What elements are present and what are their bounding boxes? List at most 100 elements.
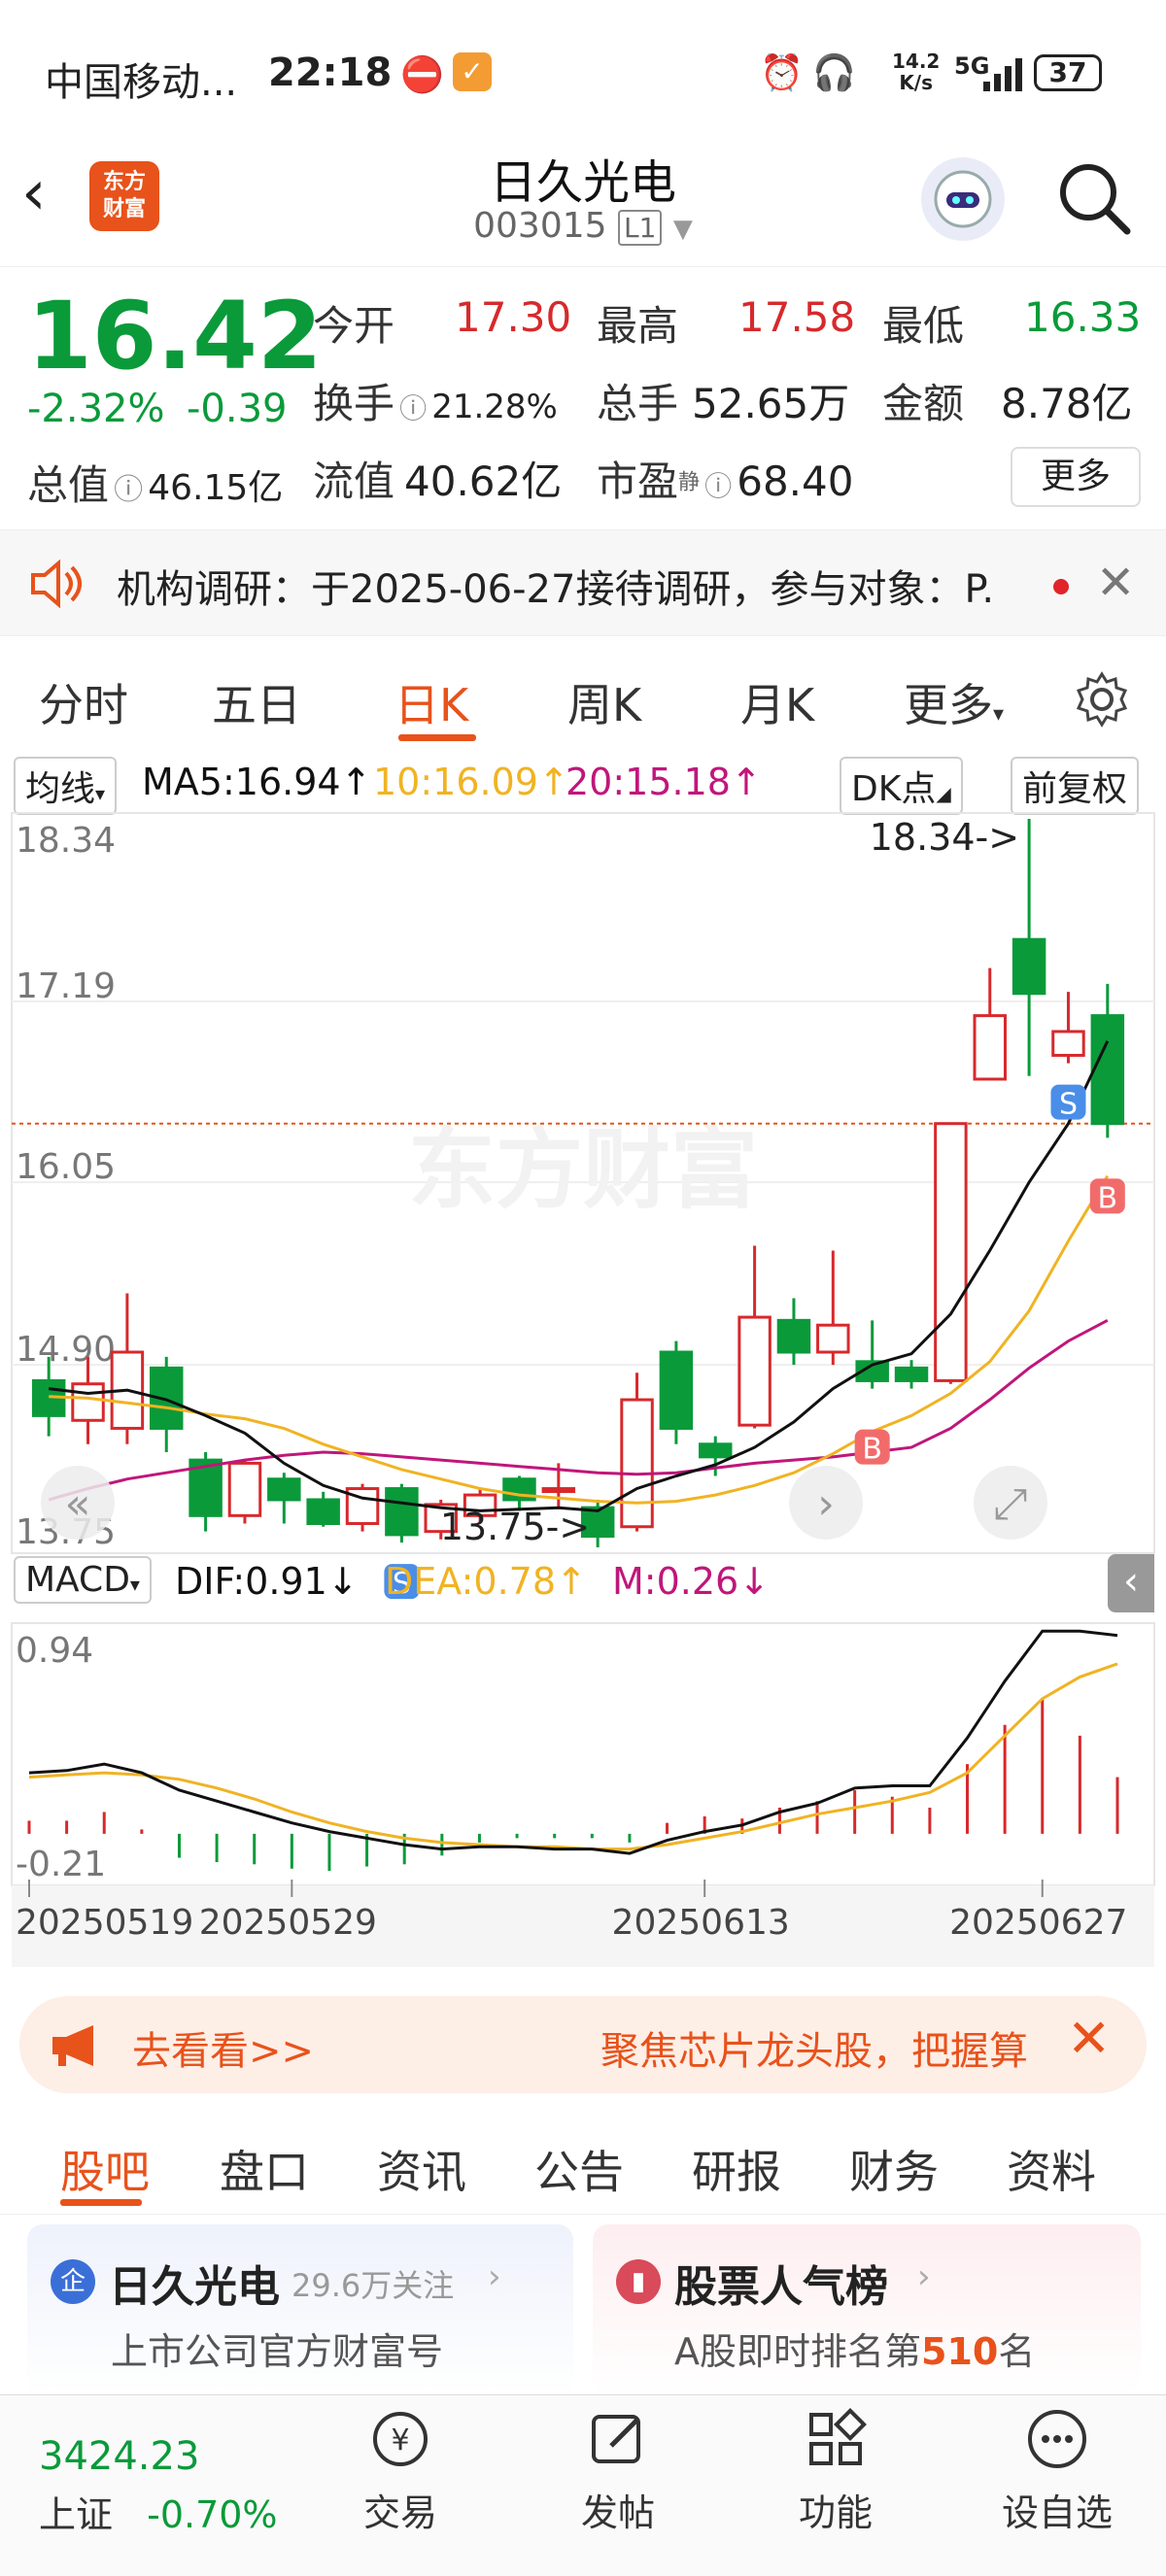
tab-more-label: 更多 bbox=[904, 679, 993, 731]
low-value: 16.33 bbox=[1024, 293, 1142, 341]
adjust-select[interactable]: 前复权 bbox=[1011, 757, 1140, 815]
info-icon[interactable]: ⓘ bbox=[704, 470, 732, 502]
close-icon[interactable]: ✕ bbox=[1067, 2008, 1111, 2069]
ranking-suffix: 名 bbox=[998, 2330, 1036, 2373]
open-label: 今开 bbox=[313, 302, 395, 350]
clock: 22:18 bbox=[268, 51, 393, 95]
info-icon[interactable]: ⓘ bbox=[114, 473, 143, 507]
candle-body bbox=[776, 1318, 811, 1354]
index-name: 上证 bbox=[39, 2493, 114, 2536]
scroll-left-icon[interactable]: « bbox=[65, 1479, 91, 1529]
scroll-right-icon[interactable]: › bbox=[817, 1479, 835, 1529]
macd-axis-label-bottom: -0.21 bbox=[16, 1845, 106, 1884]
caret-down-icon: ▾ bbox=[129, 1573, 140, 1596]
ma-select[interactable]: 均线▾ bbox=[14, 757, 118, 815]
nav-add-watchlist[interactable]: 设自选 bbox=[989, 2405, 1125, 2536]
official-account-card[interactable]: 企 日久光电 29.6万关注 › 上市公司官方财富号 bbox=[27, 2224, 573, 2394]
float-value: 40.62亿 bbox=[404, 458, 563, 505]
stock-code: 003015 bbox=[473, 206, 607, 246]
candle-body bbox=[385, 1487, 419, 1537]
network-speed-value: 14.2 bbox=[892, 50, 941, 73]
candle-body bbox=[699, 1442, 733, 1459]
tab-guba[interactable]: 股吧 bbox=[60, 2137, 150, 2201]
notice-text: 机构调研：于2025-06-27接待调研，参与对象：P. bbox=[117, 567, 995, 612]
high-value: 17.58 bbox=[738, 293, 856, 341]
nav-functions[interactable]: 功能 bbox=[768, 2405, 904, 2536]
close-icon[interactable]: ✕ bbox=[1096, 556, 1135, 610]
expand-chart-icon[interactable]: ⤢ bbox=[993, 1479, 1027, 1529]
promo-banner[interactable]: 去看看>> 聚焦芯片龙头股，把握算 ✕ bbox=[19, 1996, 1147, 2093]
tab-monthly-k[interactable]: 月K bbox=[740, 670, 814, 734]
bottom-nav: 3424.23 上证 -0.70% ¥ 交易 发帖 功能 设自选 bbox=[0, 2394, 1166, 2576]
volume-value: 52.65万 bbox=[692, 380, 850, 427]
card-ranking-title: 股票人气榜 bbox=[674, 2262, 888, 2312]
ranking-prefix: A股即时排名第 bbox=[674, 2330, 921, 2373]
alarm-icon: ⏰ bbox=[760, 53, 804, 93]
dk-point-select[interactable]: DK点◢ bbox=[840, 757, 963, 815]
volume-label: 总手 bbox=[597, 380, 679, 427]
search-icon[interactable] bbox=[1055, 159, 1133, 237]
dif-line bbox=[28, 1629, 1118, 1855]
nav-trade-label: 交易 bbox=[362, 2491, 437, 2534]
ma-select-label: 均线 bbox=[25, 769, 96, 809]
date-axis-label: 20250627 bbox=[949, 1903, 1127, 1943]
price-axis-label: 16.05 bbox=[16, 1147, 116, 1187]
card-followers: 29.6万关注 bbox=[292, 2267, 455, 2304]
popularity-ranking-card[interactable]: ▮ 股票人气榜 › A股即时排名第510名 bbox=[593, 2224, 1141, 2394]
dea-value: DEA:0.78↑ bbox=[385, 1560, 587, 1603]
caret-down-icon: ▾ bbox=[95, 782, 106, 805]
candle-body bbox=[267, 1477, 301, 1502]
candle-body bbox=[620, 1398, 654, 1529]
price-axis-label: 17.19 bbox=[16, 966, 116, 1006]
caret-down-icon: ▾ bbox=[993, 702, 1005, 727]
index-quote[interactable]: 3424.23 上证 -0.70% bbox=[39, 2434, 311, 2538]
macd-select[interactable]: MACD▾ bbox=[14, 1556, 152, 1604]
watermark-text: 东方财富 bbox=[408, 1119, 758, 1221]
notice-bar[interactable]: 机构调研：于2025-06-27接待调研，参与对象：P. ✕ bbox=[0, 529, 1166, 636]
info-icon[interactable]: ⓘ bbox=[399, 392, 427, 424]
kline-chart[interactable]: 18.3417.1916.0514.9013.75东方财富18.34->13.7… bbox=[0, 811, 1166, 1967]
tab-more[interactable]: 更多▾ bbox=[904, 670, 1004, 734]
price-axis-label: 14.90 bbox=[16, 1330, 116, 1370]
max-price-marker: 18.34-> bbox=[870, 816, 1019, 859]
nav-trade[interactable]: ¥ 交易 bbox=[332, 2405, 468, 2536]
tab-research[interactable]: 研报 bbox=[692, 2137, 781, 2201]
svg-text:¥: ¥ bbox=[391, 2423, 409, 2457]
robot-assistant-icon[interactable] bbox=[921, 157, 1005, 241]
signal-bars-icon bbox=[983, 58, 1022, 91]
do-not-disturb-icon: ⛔ bbox=[400, 55, 444, 95]
candle-body bbox=[541, 1487, 576, 1494]
candle-body bbox=[1090, 1014, 1125, 1126]
more-button[interactable]: 更多 bbox=[1011, 447, 1141, 507]
active-tab-underline bbox=[398, 734, 476, 741]
open-value: 17.30 bbox=[455, 293, 572, 341]
high-label: 最高 bbox=[597, 302, 679, 350]
tab-finance[interactable]: 财务 bbox=[849, 2137, 939, 2201]
tab-announcements[interactable]: 公告 bbox=[534, 2137, 624, 2201]
collapse-side-tab[interactable]: ‹ bbox=[1108, 1554, 1154, 1612]
speaker-icon bbox=[31, 559, 82, 608]
date-axis-label: 20250529 bbox=[199, 1903, 377, 1943]
tab-profile[interactable]: 资料 bbox=[1007, 2137, 1096, 2201]
pe-row: 市盈静 ⓘ 68.40 bbox=[597, 449, 853, 508]
active-section-underline bbox=[60, 2199, 142, 2206]
period-tabs: 分时 五日 日K 周K 月K 更多▾ bbox=[0, 641, 1166, 753]
amount-value: 8.78亿 bbox=[1001, 380, 1133, 427]
tab-five-day[interactable]: 五日 bbox=[212, 670, 301, 734]
turnover-row: 换手 ⓘ 21.28% bbox=[313, 371, 558, 430]
nav-post[interactable]: 发帖 bbox=[550, 2405, 686, 2536]
caret-down-icon: ◢ bbox=[936, 782, 951, 805]
turnover-label: 换手 bbox=[313, 380, 395, 427]
banner-cta[interactable]: 去看看>> bbox=[132, 2019, 314, 2076]
tab-weekly-k[interactable]: 周K bbox=[567, 670, 641, 734]
tab-timeshare[interactable]: 分时 bbox=[39, 670, 128, 734]
tab-pankou[interactable]: 盘口 bbox=[220, 2137, 309, 2201]
candle-body bbox=[894, 1366, 929, 1382]
gear-icon[interactable] bbox=[1073, 670, 1131, 729]
network-speed: 14.2 K/s bbox=[892, 51, 940, 93]
tab-news[interactable]: 资讯 bbox=[377, 2137, 466, 2201]
level-badge: L1 bbox=[618, 210, 663, 246]
signal-marker-label: B bbox=[1098, 1181, 1118, 1215]
tab-daily-k[interactable]: 日K bbox=[394, 670, 468, 734]
pe-label: 市盈 bbox=[597, 458, 679, 505]
